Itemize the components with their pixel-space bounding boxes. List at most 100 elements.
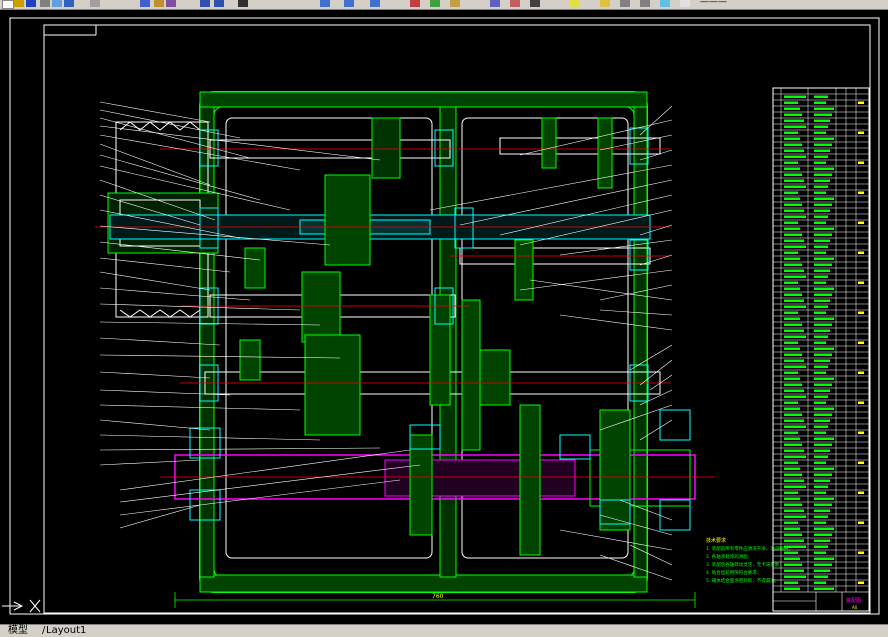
copy-icon[interactable] bbox=[140, 0, 150, 7]
parts-list-cell-mark bbox=[858, 581, 864, 584]
pan-icon[interactable] bbox=[238, 0, 248, 7]
parts-list-cell-mark bbox=[814, 377, 834, 380]
layer-dropdown[interactable]: ——— bbox=[700, 0, 727, 7]
parts-list-cell-mark bbox=[814, 227, 834, 230]
parts-list-cell-mark bbox=[784, 347, 800, 350]
parts-list-cell-mark bbox=[814, 125, 828, 128]
parts-list-cell-mark bbox=[784, 431, 798, 434]
help-icon[interactable] bbox=[570, 0, 580, 7]
tool-palette-icon[interactable] bbox=[450, 0, 460, 7]
tab-model[interactable]: 模型 bbox=[6, 625, 30, 637]
parts-list-cell-mark bbox=[784, 569, 804, 572]
parts-list-cell-mark bbox=[784, 215, 806, 218]
parts-list-cell-mark bbox=[814, 305, 828, 308]
parts-list-cell-mark bbox=[814, 137, 834, 140]
parts-list-cell-mark bbox=[784, 587, 800, 590]
inner-border bbox=[43, 24, 871, 614]
title-block-name: 装配图 bbox=[846, 597, 861, 604]
sheet-set-icon[interactable] bbox=[490, 0, 500, 7]
undo-icon[interactable] bbox=[200, 0, 210, 7]
parts-list-cell-mark bbox=[784, 461, 798, 464]
open-icon[interactable] bbox=[14, 0, 24, 7]
zoom-window-icon[interactable] bbox=[344, 0, 354, 7]
parts-list-cell-mark bbox=[814, 521, 826, 524]
zoom-icon[interactable] bbox=[320, 0, 330, 7]
parts-list-cell-mark bbox=[814, 359, 830, 362]
parts-list-cell-mark bbox=[784, 293, 802, 296]
parts-list-cell-mark bbox=[784, 443, 802, 446]
parts-list-cell-mark bbox=[814, 257, 834, 260]
parts-list-cell-mark bbox=[814, 131, 826, 134]
parts-list-cell-mark bbox=[814, 503, 832, 506]
parts-list-cell-mark bbox=[814, 323, 832, 326]
parts-list-cell-mark bbox=[784, 377, 800, 380]
parts-list-cell-mark bbox=[814, 155, 828, 158]
note-1: 1. 装配前所有零件应清洗干净，油道畅通； bbox=[706, 545, 793, 552]
parts-list-cell-mark bbox=[784, 191, 798, 194]
parts-list-cell-mark bbox=[784, 209, 804, 212]
layer-icon[interactable] bbox=[600, 0, 610, 7]
parts-list-cell-mark bbox=[784, 527, 800, 530]
redo-icon[interactable] bbox=[214, 0, 224, 7]
tab-layout1[interactable]: Layout1 bbox=[44, 625, 88, 637]
plot-icon[interactable] bbox=[64, 0, 74, 7]
layer-dropdown-icon[interactable] bbox=[680, 0, 690, 7]
parts-list-cell-mark bbox=[784, 365, 806, 368]
parts-list-cell-mark bbox=[814, 95, 828, 98]
parts-list-cell-mark bbox=[814, 335, 828, 338]
print-icon[interactable] bbox=[40, 0, 50, 7]
layer-freeze-icon[interactable] bbox=[660, 0, 670, 7]
layer-state-icon[interactable] bbox=[620, 0, 630, 7]
parts-list-cell-mark bbox=[784, 113, 802, 116]
design-center-icon[interactable] bbox=[430, 0, 440, 7]
parts-list-cell-mark bbox=[814, 449, 830, 452]
parts-list-cell-mark bbox=[814, 143, 832, 146]
match-properties-icon[interactable] bbox=[166, 0, 176, 7]
cut-icon[interactable] bbox=[90, 0, 100, 7]
parts-list-cell-mark bbox=[784, 353, 802, 356]
parts-list-cell-mark bbox=[858, 461, 864, 464]
parts-list-cell-mark bbox=[814, 347, 834, 350]
parts-list-cell-mark bbox=[784, 95, 806, 98]
parts-list-cell-mark bbox=[814, 215, 828, 218]
parts-list-cell-mark bbox=[784, 155, 806, 158]
parts-list-cell-mark bbox=[814, 425, 828, 428]
parts-list-cell-mark bbox=[858, 191, 864, 194]
layer-previous-icon[interactable] bbox=[640, 0, 650, 7]
paste-icon[interactable] bbox=[154, 0, 164, 7]
parts-list-cell-mark bbox=[814, 209, 830, 212]
parts-list-cell-mark bbox=[814, 329, 830, 332]
parts-list-cell-mark bbox=[784, 371, 798, 374]
parts-list-cell-mark bbox=[784, 269, 804, 272]
parts-list-cell-mark bbox=[814, 473, 832, 476]
new-icon[interactable] bbox=[2, 0, 14, 9]
parts-list-cell-mark bbox=[814, 197, 834, 200]
parts-list-cell-mark bbox=[814, 239, 830, 242]
parts-list-cell-mark bbox=[858, 161, 864, 164]
parts-list-cell-mark bbox=[814, 263, 832, 266]
title-block-sheet: A0 bbox=[852, 605, 858, 610]
save-icon[interactable] bbox=[26, 0, 36, 7]
parts-list-cell-mark bbox=[814, 185, 828, 188]
parts-list-cell-mark bbox=[784, 407, 800, 410]
parts-list-cell-mark bbox=[814, 395, 828, 398]
parts-list-cell-mark bbox=[784, 233, 802, 236]
zoom-previous-icon[interactable] bbox=[370, 0, 380, 7]
properties-icon[interactable] bbox=[410, 0, 420, 7]
parts-list-cell-mark bbox=[814, 311, 826, 314]
parts-list-cell-mark bbox=[784, 455, 806, 458]
markup-icon[interactable] bbox=[510, 0, 520, 7]
calculator-icon[interactable] bbox=[530, 0, 540, 7]
parts-list-cell-mark bbox=[784, 245, 806, 248]
parts-list-cell-mark bbox=[784, 179, 804, 182]
parts-list-cell-mark bbox=[814, 581, 826, 584]
parts-list-cell-mark bbox=[858, 311, 864, 314]
dimension-value: 760 bbox=[432, 593, 444, 600]
parts-list-cell-mark bbox=[814, 251, 826, 254]
preview-icon[interactable] bbox=[52, 0, 62, 7]
parts-list-cell-mark bbox=[784, 467, 800, 470]
parts-list-cell-mark bbox=[858, 341, 864, 344]
model-space-viewport[interactable]: 760 技术要求 1. 装配前所有零件应清洗干净，油道畅通； 2. 各轴承处涂润… bbox=[0, 10, 888, 624]
parts-list-cell-mark bbox=[858, 131, 864, 134]
parts-list-cell-mark bbox=[814, 107, 834, 110]
